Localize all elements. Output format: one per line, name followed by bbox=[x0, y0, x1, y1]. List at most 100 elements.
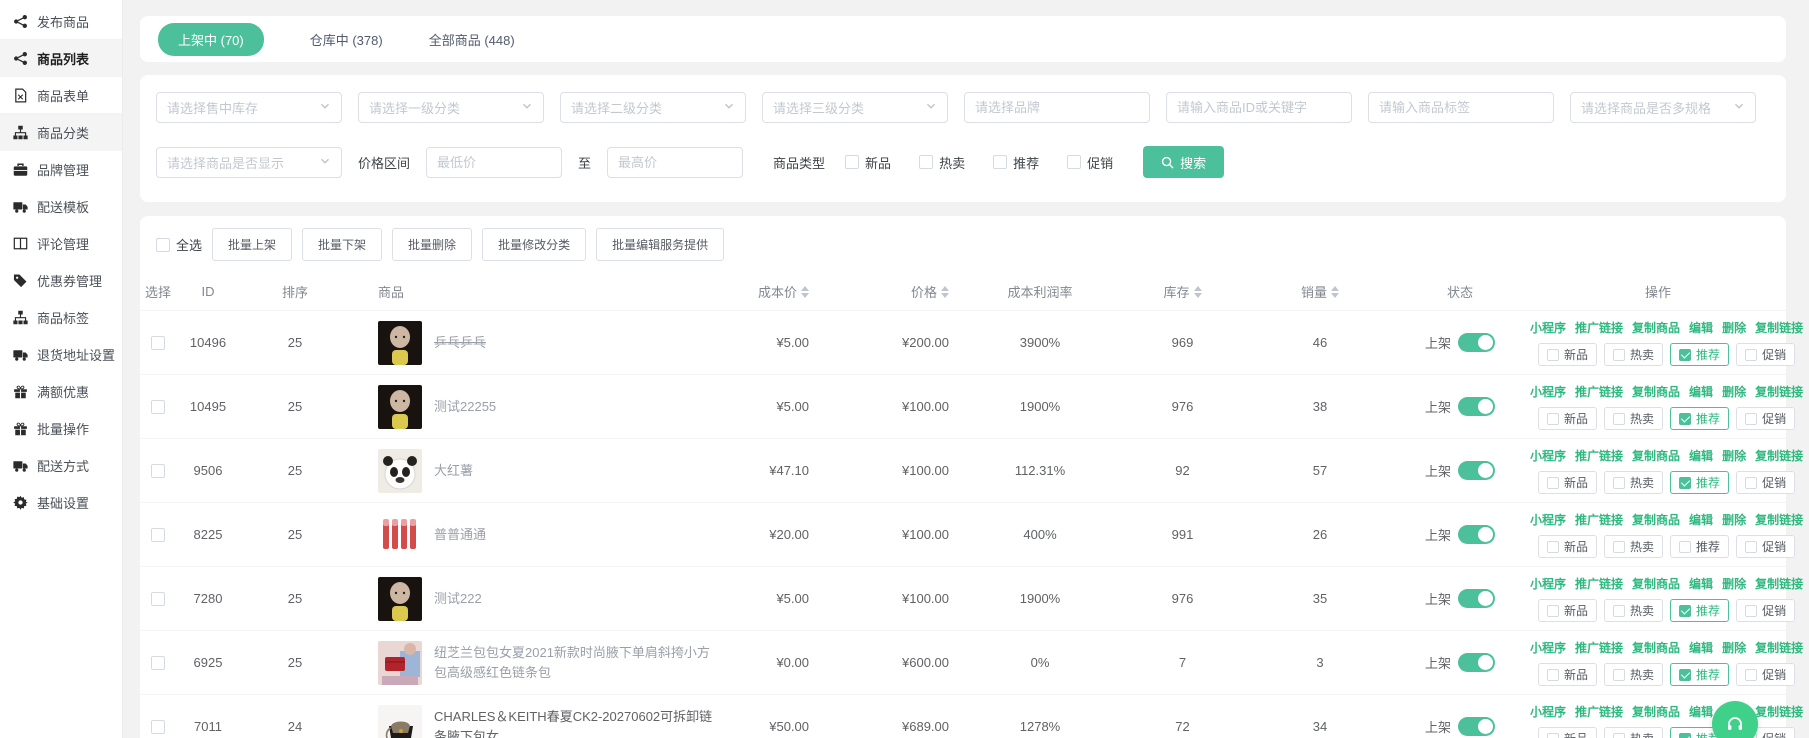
batch-button-0[interactable]: 批量上架 bbox=[212, 228, 292, 261]
tab-0[interactable]: 上架中 (70) bbox=[158, 23, 264, 56]
batch-button-1[interactable]: 批量下架 bbox=[302, 228, 382, 261]
status-toggle[interactable] bbox=[1458, 397, 1495, 416]
action-link-promo-link[interactable]: 推广链接 bbox=[1575, 447, 1623, 464]
action-link-promo-link[interactable]: 推广链接 bbox=[1575, 319, 1623, 336]
sidebar-item[interactable]: 基础设置 bbox=[0, 484, 122, 521]
status-toggle[interactable] bbox=[1458, 653, 1495, 672]
tag-toggle-new[interactable]: 新品 bbox=[1538, 727, 1597, 738]
tag-toggle-promo[interactable]: 促销 bbox=[1736, 599, 1795, 622]
column-header[interactable]: 销量 bbox=[1250, 282, 1390, 301]
tag-toggle-hot[interactable]: 热卖 bbox=[1604, 535, 1663, 558]
column-header[interactable]: 成本价 bbox=[730, 282, 825, 301]
action-link-delete[interactable]: 删除 bbox=[1722, 447, 1746, 464]
tag-toggle-recommend[interactable]: 推荐 bbox=[1670, 471, 1729, 494]
tag-toggle-new[interactable]: 新品 bbox=[1538, 599, 1597, 622]
action-link-delete[interactable]: 删除 bbox=[1722, 383, 1746, 400]
action-link-mini-program[interactable]: 小程序 bbox=[1530, 319, 1566, 336]
tag-toggle-hot[interactable]: 热卖 bbox=[1604, 471, 1663, 494]
action-link-delete[interactable]: 删除 bbox=[1722, 575, 1746, 592]
filter-select-7[interactable]: 请选择商品是否多规格 bbox=[1570, 92, 1756, 123]
search-button[interactable]: 搜索 bbox=[1143, 146, 1224, 178]
status-toggle[interactable] bbox=[1458, 717, 1495, 736]
tag-toggle-promo[interactable]: 促销 bbox=[1736, 407, 1795, 430]
sidebar-item[interactable]: 商品表单 bbox=[0, 77, 122, 114]
sidebar-item[interactable]: 配送方式 bbox=[0, 447, 122, 484]
tag-toggle-promo[interactable]: 促销 bbox=[1736, 535, 1795, 558]
tag-toggle-recommend[interactable]: 推荐 bbox=[1670, 343, 1729, 366]
sidebar-item[interactable]: 评论管理 bbox=[0, 225, 122, 262]
action-link-edit[interactable]: 编辑 bbox=[1689, 575, 1713, 592]
sidebar-item[interactable]: 品牌管理 bbox=[0, 151, 122, 188]
action-link-mini-program[interactable]: 小程序 bbox=[1530, 511, 1566, 528]
action-link-edit[interactable]: 编辑 bbox=[1689, 319, 1713, 336]
action-link-copy-product[interactable]: 复制商品 bbox=[1632, 703, 1680, 720]
action-link-copy-product[interactable]: 复制商品 bbox=[1632, 639, 1680, 656]
sidebar-item[interactable]: 优惠券管理 bbox=[0, 262, 122, 299]
action-link-promo-link[interactable]: 推广链接 bbox=[1575, 511, 1623, 528]
type-checkbox-recommend[interactable]: 推荐 bbox=[993, 153, 1039, 172]
sidebar-item[interactable]: 满额优惠 bbox=[0, 373, 122, 410]
action-link-edit[interactable]: 编辑 bbox=[1689, 639, 1713, 656]
tag-toggle-hot[interactable]: 热卖 bbox=[1604, 343, 1663, 366]
tab-1[interactable]: 仓库中 (378) bbox=[310, 30, 383, 49]
action-link-promo-link[interactable]: 推广链接 bbox=[1575, 703, 1623, 720]
row-checkbox[interactable] bbox=[151, 464, 165, 478]
tag-toggle-new[interactable]: 新品 bbox=[1538, 471, 1597, 494]
action-link-copy-url[interactable]: 复制链接 bbox=[1755, 639, 1803, 656]
tag-toggle-hot[interactable]: 热卖 bbox=[1604, 407, 1663, 430]
row-checkbox[interactable] bbox=[151, 656, 165, 670]
filter-select-0[interactable]: 请选择售中库存 bbox=[156, 92, 342, 123]
batch-button-2[interactable]: 批量删除 bbox=[392, 228, 472, 261]
action-link-mini-program[interactable]: 小程序 bbox=[1530, 447, 1566, 464]
action-link-edit[interactable]: 编辑 bbox=[1689, 383, 1713, 400]
status-toggle[interactable] bbox=[1458, 589, 1495, 608]
action-link-copy-url[interactable]: 复制链接 bbox=[1755, 575, 1803, 592]
filter-input-4[interactable] bbox=[964, 92, 1150, 123]
action-link-copy-url[interactable]: 复制链接 bbox=[1755, 319, 1803, 336]
filter-input-6[interactable] bbox=[1368, 92, 1554, 123]
row-checkbox[interactable] bbox=[151, 336, 165, 350]
batch-button-4[interactable]: 批量编辑服务提供 bbox=[596, 228, 724, 261]
tag-toggle-recommend[interactable]: 推荐 bbox=[1670, 407, 1729, 430]
action-link-edit[interactable]: 编辑 bbox=[1689, 447, 1713, 464]
sidebar-item[interactable]: 批量操作 bbox=[0, 410, 122, 447]
tag-toggle-hot[interactable]: 热卖 bbox=[1604, 599, 1663, 622]
action-link-delete[interactable]: 删除 bbox=[1722, 639, 1746, 656]
sort-carets-icon[interactable] bbox=[801, 286, 809, 298]
action-link-copy-product[interactable]: 复制商品 bbox=[1632, 511, 1680, 528]
status-toggle[interactable] bbox=[1458, 333, 1495, 352]
action-link-copy-product[interactable]: 复制商品 bbox=[1632, 575, 1680, 592]
action-link-mini-program[interactable]: 小程序 bbox=[1530, 575, 1566, 592]
action-link-copy-url[interactable]: 复制链接 bbox=[1755, 703, 1803, 720]
sidebar-item[interactable]: 商品标签 bbox=[0, 299, 122, 336]
max-price-input[interactable] bbox=[607, 147, 743, 178]
sidebar-item[interactable]: 发布商品 bbox=[0, 3, 122, 40]
action-link-copy-url[interactable]: 复制链接 bbox=[1755, 383, 1803, 400]
filter-input-5[interactable] bbox=[1166, 92, 1352, 123]
batch-button-3[interactable]: 批量修改分类 bbox=[482, 228, 586, 261]
type-checkbox-hot[interactable]: 热卖 bbox=[919, 153, 965, 172]
column-header[interactable]: 价格 bbox=[825, 282, 965, 301]
filter-select-1[interactable]: 请选择一级分类 bbox=[358, 92, 544, 123]
type-checkbox-new[interactable]: 新品 bbox=[845, 153, 891, 172]
tag-toggle-promo[interactable]: 促销 bbox=[1736, 343, 1795, 366]
tag-toggle-recommend[interactable]: 推荐 bbox=[1670, 663, 1729, 686]
status-toggle[interactable] bbox=[1458, 461, 1495, 480]
tag-toggle-new[interactable]: 新品 bbox=[1538, 407, 1597, 430]
tag-toggle-promo[interactable]: 促销 bbox=[1736, 663, 1795, 686]
filter-select-3[interactable]: 请选择三级分类 bbox=[762, 92, 948, 123]
action-link-copy-url[interactable]: 复制链接 bbox=[1755, 511, 1803, 528]
action-link-copy-url[interactable]: 复制链接 bbox=[1755, 447, 1803, 464]
tag-toggle-new[interactable]: 新品 bbox=[1538, 343, 1597, 366]
filter-select-2[interactable]: 请选择二级分类 bbox=[560, 92, 746, 123]
action-link-edit[interactable]: 编辑 bbox=[1689, 703, 1713, 720]
sort-carets-icon[interactable] bbox=[941, 286, 949, 298]
action-link-promo-link[interactable]: 推广链接 bbox=[1575, 383, 1623, 400]
action-link-mini-program[interactable]: 小程序 bbox=[1530, 383, 1566, 400]
action-link-mini-program[interactable]: 小程序 bbox=[1530, 703, 1566, 720]
tag-toggle-recommend[interactable]: 推荐 bbox=[1670, 599, 1729, 622]
sidebar-item[interactable]: 商品分类 bbox=[0, 114, 122, 151]
sort-carets-icon[interactable] bbox=[1194, 286, 1202, 298]
status-toggle[interactable] bbox=[1458, 525, 1495, 544]
min-price-input[interactable] bbox=[426, 147, 562, 178]
